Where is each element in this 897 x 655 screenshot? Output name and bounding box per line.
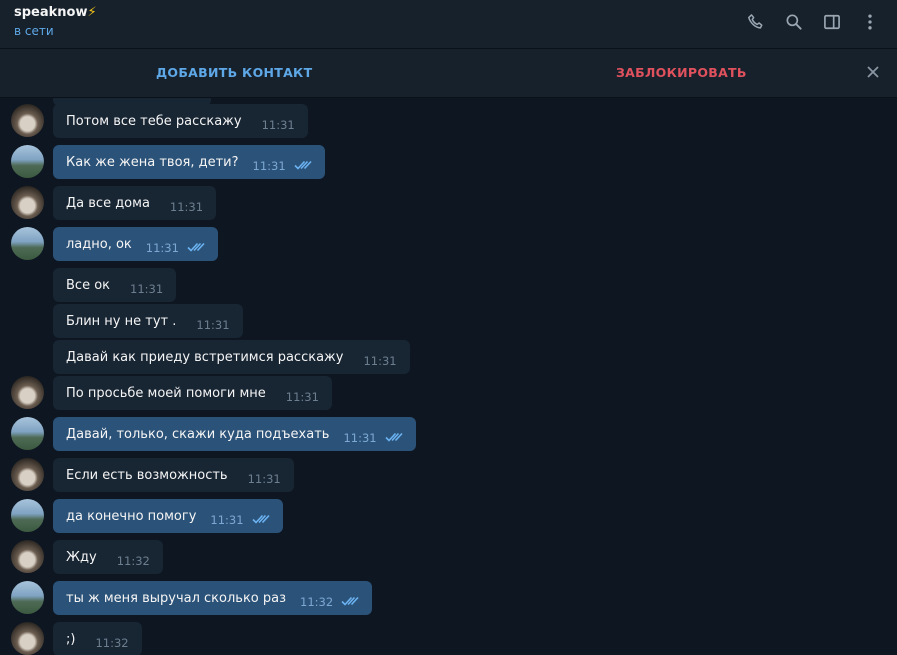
unknown-contact-bar: ДОБАВИТЬ КОНТАКТ ЗАБЛОКИРОВАТЬ [0,49,897,98]
chat-header: speaknow⚡ в сети [0,0,897,49]
message-time: 11:32 [95,636,129,650]
message-text: ты ж меня выручал сколько раз [66,590,287,606]
message-row: Все ок 11:31 [0,268,897,302]
message-row: Давай как приеду встретимся расскажу 11:3… [0,340,897,374]
contact-avatar[interactable] [11,376,44,409]
double-check-icon [341,596,359,606]
incoming-message-bubble[interactable]: Потом все тебе расскажу 11:31 [53,104,308,138]
message-row: ;) 11:32 [0,622,897,655]
message-time: 11:32 [116,554,150,568]
double-check-icon [251,514,270,524]
my-avatar[interactable] [11,581,44,614]
my-avatar[interactable] [11,499,44,532]
my-avatar[interactable] [11,145,44,178]
incoming-message-bubble[interactable]: По просьбе моей помоги мне 11:31 [53,376,332,410]
double-check-icon [294,160,312,170]
message-time: 11:31 [196,318,230,332]
chat-title-area[interactable]: speaknow⚡ в сети [14,4,97,40]
online-status: в сети [14,24,54,38]
message-time: 11:31 [145,241,179,255]
message-row: Жду 11:32 [0,540,897,574]
message-text: Потом все тебе расскажу [66,113,242,129]
message-row: Если есть возможность 11:31 [0,458,897,492]
add-contact-button[interactable]: ДОБАВИТЬ КОНТАКТ [156,65,312,80]
incoming-message-bubble[interactable]: ;) 11:32 [53,622,142,655]
message-row: Потом все тебе расскажу 11:31 [0,104,897,138]
my-avatar[interactable] [11,227,44,260]
incoming-message-bubble[interactable]: Все ок 11:31 [53,268,177,302]
message-row: По просьбе моей помоги мне 11:31 [0,376,897,410]
message-text: да конечно помогу [66,508,197,524]
message-time: 11:31 [210,513,244,527]
message-text: ладно, ок [66,236,132,252]
more-vertical-icon[interactable] [857,10,883,34]
message-time: 11:31 [252,159,286,173]
phone-icon[interactable] [743,10,769,34]
double-check-icon [385,432,403,442]
contact-avatar[interactable] [11,458,44,491]
message-text: Жду [66,549,97,565]
message-text: Давай как приеду встретимся расскажу [66,349,344,365]
message-text: Давай, только, скажи куда подъехать [66,426,330,442]
outgoing-message-bubble[interactable]: да конечно помогу 11:31 [53,499,283,533]
message-row: да конечно помогу 11:31 [0,499,897,533]
message-time: 11:31 [363,354,397,368]
contact-avatar[interactable] [11,622,44,655]
contact-avatar[interactable] [11,104,44,137]
message-text: Да все дома [66,195,150,211]
contact-avatar[interactable] [11,186,44,219]
message-text: Как же жена твоя, дети? [66,154,239,170]
double-check-icon [187,242,205,252]
search-icon[interactable] [781,10,807,34]
contact-avatar[interactable] [11,540,44,573]
message-row: Блин ну не тут . 11:31 [0,304,897,338]
message-list[interactable]: Потом все тебе расскажу 11:31 Как же жена … [0,98,897,655]
outgoing-message-bubble[interactable]: ты ж меня выручал сколько раз 11:32 [53,581,373,615]
incoming-message-bubble[interactable]: Блин ну не тут . 11:31 [53,304,243,338]
block-button[interactable]: ЗАБЛОКИРОВАТЬ [616,65,747,80]
message-time: 11:31 [130,282,164,296]
incoming-message-bubble[interactable]: Давай как приеду встретимся расскажу 11:3… [53,340,410,374]
message-time: 11:31 [261,118,295,132]
sidebar-toggle-icon[interactable] [819,10,845,34]
outgoing-message-bubble[interactable]: ладно, ок 11:31 [53,227,218,261]
message-row: Давай, только, скажи куда подъехать 11:31 [0,417,897,451]
message-text: ;) [66,631,76,647]
outgoing-message-bubble[interactable]: Как же жена твоя, дети? 11:31 [53,145,325,179]
my-avatar[interactable] [11,417,44,450]
chat-title: speaknow⚡ [14,5,97,20]
message-time: 11:32 [300,595,334,609]
message-time: 11:31 [247,472,281,486]
outgoing-message-bubble[interactable]: Давай, только, скажи куда подъехать 11:31 [53,417,416,451]
message-time: 11:31 [285,390,319,404]
message-row: ладно, ок 11:31 [0,227,897,261]
message-row: Да все дома 11:31 [0,186,897,220]
close-icon[interactable] [865,64,881,80]
lightning-badge-icon: ⚡ [87,5,97,20]
message-time: 11:31 [343,431,377,445]
incoming-message-bubble[interactable]: Если есть возможность 11:31 [53,458,294,492]
message-text: Если есть возможность [66,467,228,483]
message-text: По просьбе моей помоги мне [66,385,266,401]
message-text: Все ок [66,277,111,293]
incoming-message-bubble[interactable]: Жду 11:32 [53,540,163,574]
incoming-message-bubble[interactable]: Да все дома 11:31 [53,186,217,220]
message-text: Блин ну не тут . [66,313,177,329]
message-time: 11:31 [169,200,204,214]
message-row: Как же жена твоя, дети? 11:31 [0,145,897,179]
message-row: ты ж меня выручал сколько раз 11:32 [0,581,897,615]
